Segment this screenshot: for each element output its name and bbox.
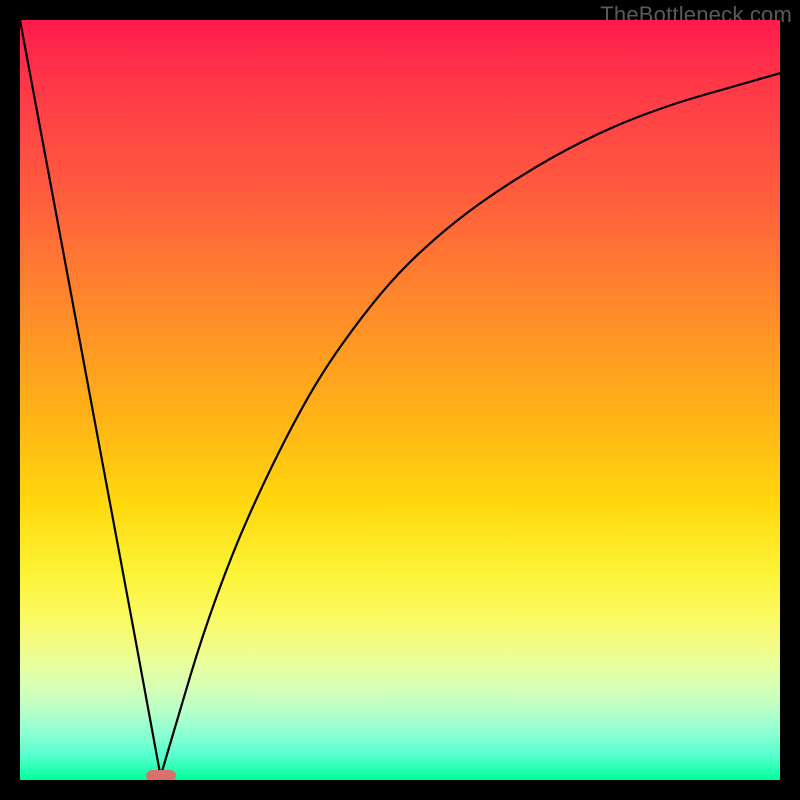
curve-svg — [20, 20, 780, 780]
chart-frame: TheBottleneck.com — [0, 0, 800, 800]
bottleneck-curve — [20, 20, 780, 776]
plot-area — [20, 20, 780, 780]
minimum-marker — [146, 770, 176, 780]
